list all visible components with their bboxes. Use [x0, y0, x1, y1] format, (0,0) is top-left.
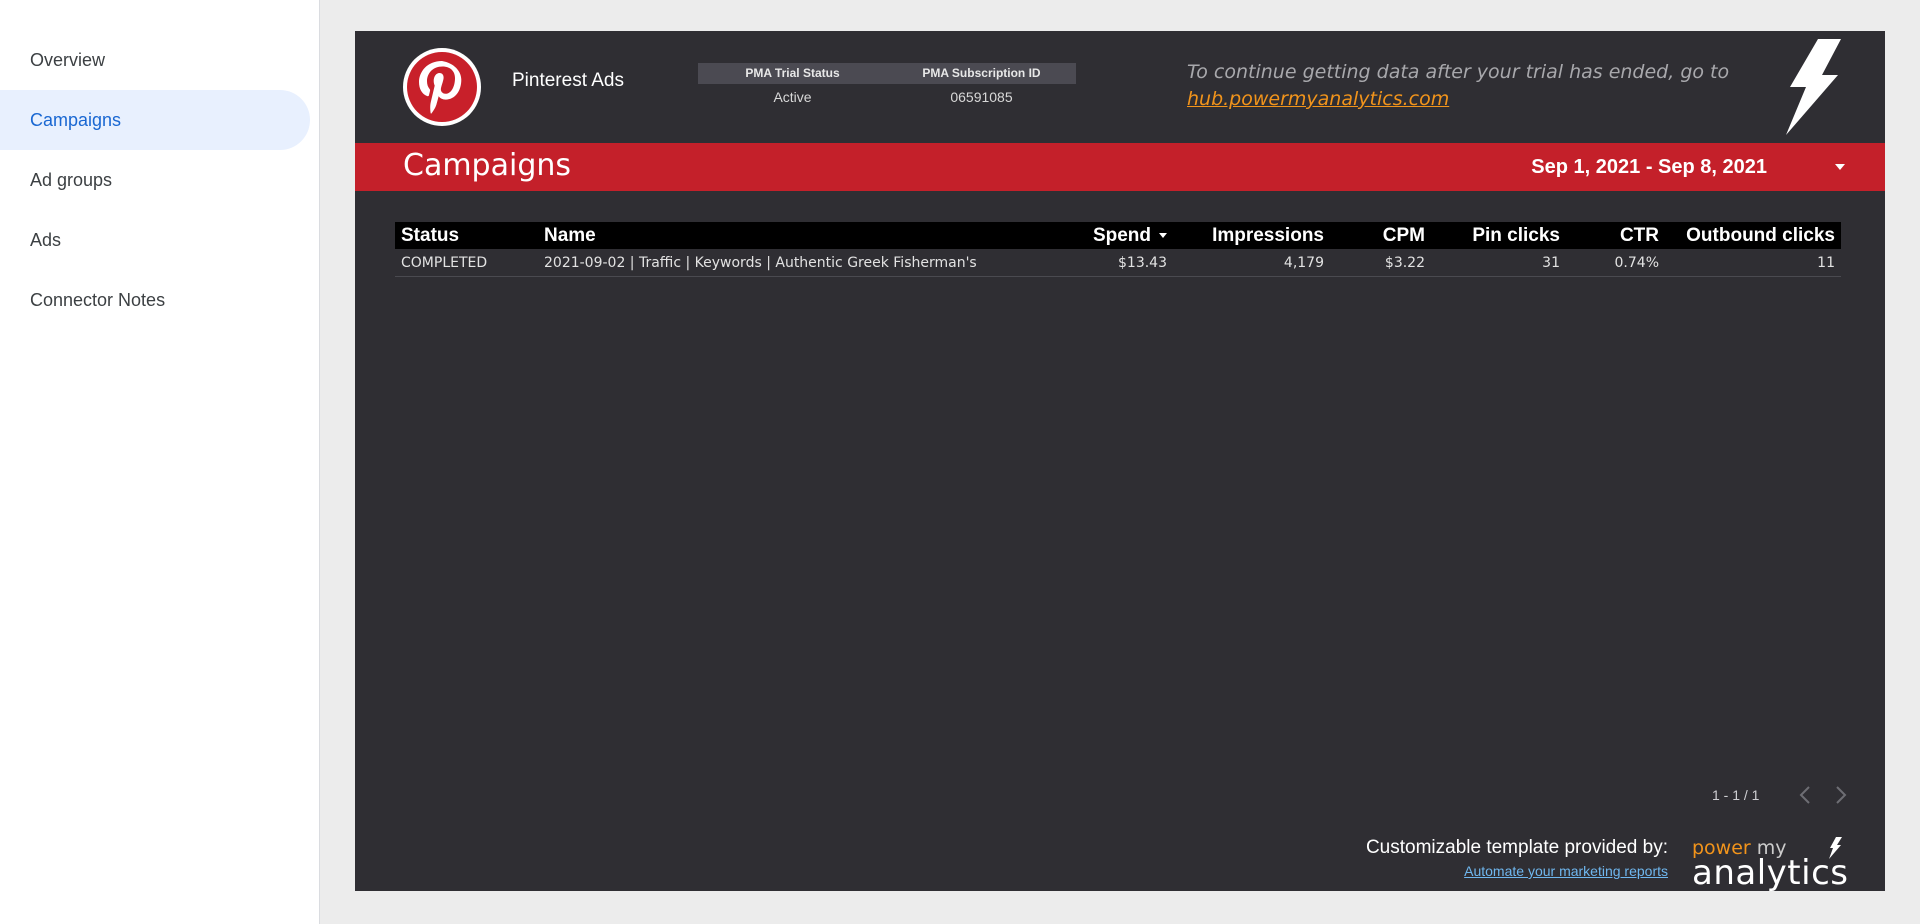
report-header: Pinterest Ads PMA Trial Status PMA Subsc…	[355, 31, 1885, 143]
sort-desc-icon	[1159, 232, 1167, 238]
cell-impressions: 4,179	[1283, 254, 1324, 271]
date-range-label: Sep 1, 2021 - Sep 8, 2021	[1531, 155, 1767, 178]
pma-trial-status-value: Active	[773, 89, 812, 105]
pager-text: 1 - 1 / 1	[1712, 787, 1760, 803]
pma-status-table: PMA Trial Status PMA Subscription ID Act…	[698, 63, 1076, 110]
hub-link[interactable]: hub.powermyanalytics.com	[1187, 86, 1747, 113]
cell-ctr: 0.74%	[1614, 254, 1659, 271]
footer-credit: Customizable template provided by: Autom…	[1275, 837, 1668, 879]
column-header-ctr[interactable]: CTR	[1566, 225, 1665, 247]
pma-subscription-id-header: PMA Subscription ID	[922, 66, 1041, 80]
column-header-cpm[interactable]: CPM	[1330, 225, 1431, 247]
sidebar-item-campaigns[interactable]: Campaigns	[0, 90, 310, 150]
cell-spend: $13.43	[1118, 254, 1167, 271]
automate-reports-link[interactable]: Automate your marketing reports	[1275, 863, 1668, 879]
sidebar-item-label: Connector Notes	[30, 289, 166, 310]
column-header-outbound-clicks[interactable]: Outbound clicks	[1665, 225, 1841, 247]
column-header-spend[interactable]: Spend	[1054, 225, 1173, 247]
title-bar: Campaigns Sep 1, 2021 - Sep 8, 2021	[355, 143, 1885, 191]
sidebar-item-ads[interactable]: Ads	[0, 210, 310, 270]
sidebar-item-label: Campaigns	[30, 109, 122, 130]
chevron-down-icon	[1835, 164, 1845, 170]
sidebar-item-overview[interactable]: Overview	[0, 30, 310, 90]
footer-credit-text: Customizable template provided by:	[1365, 837, 1668, 858]
sidebar-item-connector-notes[interactable]: Connector Notes	[0, 270, 310, 330]
pma-table-header: PMA Trial Status PMA Subscription ID	[698, 63, 1076, 84]
sidebar-item-label: Ad groups	[30, 169, 113, 190]
table-header: Status Name Spend Impressions CPM Pin cl…	[395, 222, 1841, 249]
sidebar-item-label: Overview	[30, 49, 106, 70]
column-header-status[interactable]: Status	[395, 225, 538, 247]
cell-outbound-clicks: 11	[1817, 254, 1835, 271]
app-name: Pinterest Ads	[512, 70, 624, 91]
powermyanalytics-logo: power my analytics	[1692, 837, 1852, 891]
sidebar-item-label: Ads	[30, 229, 62, 250]
column-header-impressions[interactable]: Impressions	[1173, 225, 1330, 247]
cell-name: 2021-09-02 | Traffic | Keywords | Authen…	[544, 254, 977, 271]
column-header-name[interactable]: Name	[538, 225, 1054, 247]
pinterest-logo-icon	[403, 48, 481, 126]
table-row: COMPLETED 2021-09-02 | Traffic | Keyword…	[395, 249, 1841, 277]
pma-trial-status-header: PMA Trial Status	[745, 66, 840, 80]
cell-pin-clicks: 31	[1542, 254, 1560, 271]
chevron-right-icon	[1836, 786, 1847, 804]
campaigns-table: Status Name Spend Impressions CPM Pin cl…	[395, 222, 1841, 277]
sidebar-item-ad-groups[interactable]: Ad groups	[0, 150, 310, 210]
sidebar-nav: Overview Campaigns Ad groups Ads Connect…	[0, 0, 319, 330]
trial-notice-text: To continue getting data after your tria…	[1187, 61, 1730, 83]
pma-subscription-id-value: 06591085	[950, 89, 1013, 105]
date-range-picker[interactable]: Sep 1, 2021 - Sep 8, 2021	[1531, 143, 1845, 191]
sidebar: Overview Campaigns Ad groups Ads Connect…	[0, 0, 320, 924]
trial-notice: To continue getting data after your tria…	[1187, 59, 1747, 113]
column-header-pin-clicks[interactable]: Pin clicks	[1431, 225, 1566, 247]
report-canvas: Pinterest Ads PMA Trial Status PMA Subsc…	[355, 31, 1885, 891]
next-page-button[interactable]	[1831, 785, 1851, 805]
lightning-bolt-icon	[1829, 837, 1842, 859]
table-pager: 1 - 1 / 1	[1712, 785, 1851, 805]
cell-status: COMPLETED	[401, 254, 488, 271]
page-title: Campaigns	[403, 148, 572, 183]
chevron-left-icon	[1800, 786, 1811, 804]
lightning-bolt-icon	[1786, 39, 1841, 135]
pma-table-row: Active 06591085	[698, 84, 1076, 110]
column-header-spend-label: Spend	[1092, 224, 1151, 246]
cell-cpm: $3.22	[1384, 254, 1425, 271]
brand-analytics-word: analytics	[1692, 853, 1849, 891]
prev-page-button[interactable]	[1795, 785, 1815, 805]
